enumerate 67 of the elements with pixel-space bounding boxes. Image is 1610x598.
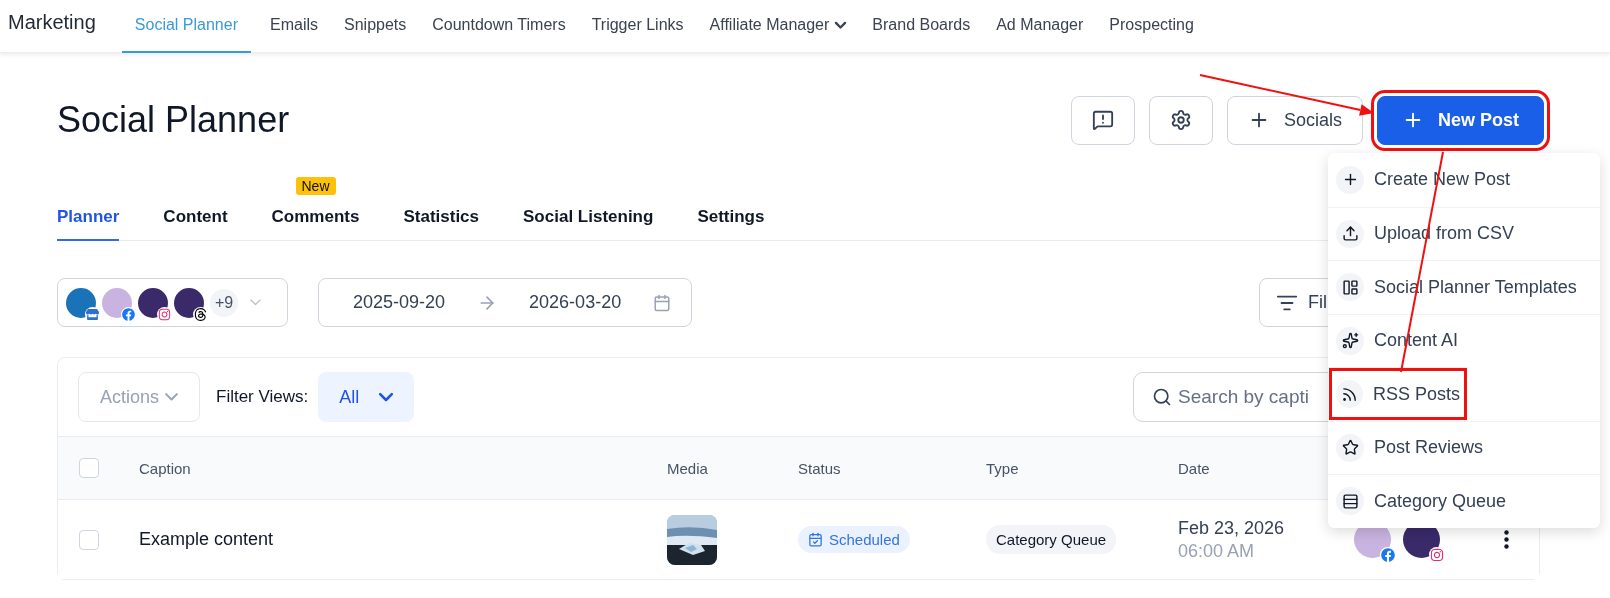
tab[interactable]: Content: [163, 207, 228, 241]
new-badge: New: [295, 177, 336, 195]
tab[interactable]: Comments: [271, 207, 360, 241]
nav-tab[interactable]: Affiliate Manager: [696, 0, 860, 53]
status-badge: Scheduled: [798, 526, 910, 553]
socials-button[interactable]: Socials: [1226, 95, 1363, 145]
avatar: [138, 287, 168, 318]
menu-item[interactable]: RSS Posts: [1328, 367, 1468, 421]
menu-item[interactable]: Post Reviews: [1328, 420, 1600, 474]
rss-icon: [1336, 380, 1363, 409]
nav-tab[interactable]: Prospecting: [1096, 0, 1207, 53]
time-text: 06:00 AM: [1178, 540, 1256, 562]
date-text: Feb 23, 2026: [1178, 517, 1286, 539]
chevron-down-icon: [250, 299, 261, 306]
tab[interactable]: Statistics: [403, 207, 480, 241]
column-header: Caption: [139, 459, 192, 477]
calendar-check-icon: [808, 532, 823, 547]
instagram-icon: [1429, 547, 1444, 562]
checkbox[interactable]: [79, 529, 99, 550]
search-icon: [1152, 387, 1172, 407]
store-icon: [86, 307, 99, 321]
nav-tab[interactable]: Brand Boards: [859, 0, 984, 53]
tab[interactable]: Planner: [57, 207, 120, 241]
settings-icon: [1169, 109, 1192, 131]
page-title: Social Planner: [57, 99, 290, 141]
nav-tab[interactable]: Trigger Links: [578, 0, 697, 53]
sparkles-icon: [1336, 326, 1364, 355]
more-count: +9: [210, 288, 238, 317]
chevron-down-icon: [379, 392, 394, 402]
layout-icon: [1336, 273, 1364, 302]
calendar-icon: [653, 293, 672, 312]
column-header: Media: [667, 459, 709, 477]
settings-button[interactable]: [1148, 95, 1213, 145]
nav-tab[interactable]: Ad Manager: [983, 0, 1097, 53]
column-header: Status: [798, 459, 842, 477]
tab[interactable]: Settings: [697, 207, 765, 241]
tab[interactable]: Social Listening: [523, 207, 654, 241]
type-tag: Category Queue: [986, 525, 1117, 554]
column-header: Date: [1178, 459, 1211, 477]
nav-tab[interactable]: Countdown Timers: [419, 0, 579, 53]
nav-tab[interactable]: Snippets: [331, 0, 420, 53]
facebook-icon: [122, 307, 135, 321]
upload-icon: [1336, 219, 1364, 248]
chevron-down-icon: [165, 393, 178, 401]
filter-views-label: Filter Views:: [216, 387, 309, 407]
more-icon: [1504, 530, 1509, 549]
feedback-button[interactable]: [1070, 95, 1135, 145]
menu-item[interactable]: Category Queue: [1328, 474, 1600, 528]
date-range-field[interactable]: 2025-09-20 2026-03-20: [318, 278, 692, 327]
nav-tab[interactable]: Emails: [257, 0, 331, 53]
avatar: [174, 287, 204, 318]
filter-views-dropdown[interactable]: All: [318, 372, 415, 422]
threads-icon: [194, 307, 207, 321]
avatar: [102, 287, 132, 318]
avatar: [66, 287, 96, 318]
app-title: Marketing: [8, 10, 96, 34]
chevron-down-icon: [835, 21, 847, 29]
caption-text: Example content: [139, 529, 275, 550]
instagram-icon: [158, 307, 171, 321]
column-header: Type: [986, 459, 1020, 477]
plus-icon: [1336, 165, 1364, 194]
more-button[interactable]: [1504, 530, 1509, 549]
list-icon: [1336, 487, 1364, 516]
account-picker[interactable]: +9: [57, 278, 288, 327]
feedback-icon: [1091, 109, 1114, 131]
checkbox[interactable]: [79, 458, 99, 478]
facebook-icon: [1380, 547, 1395, 562]
